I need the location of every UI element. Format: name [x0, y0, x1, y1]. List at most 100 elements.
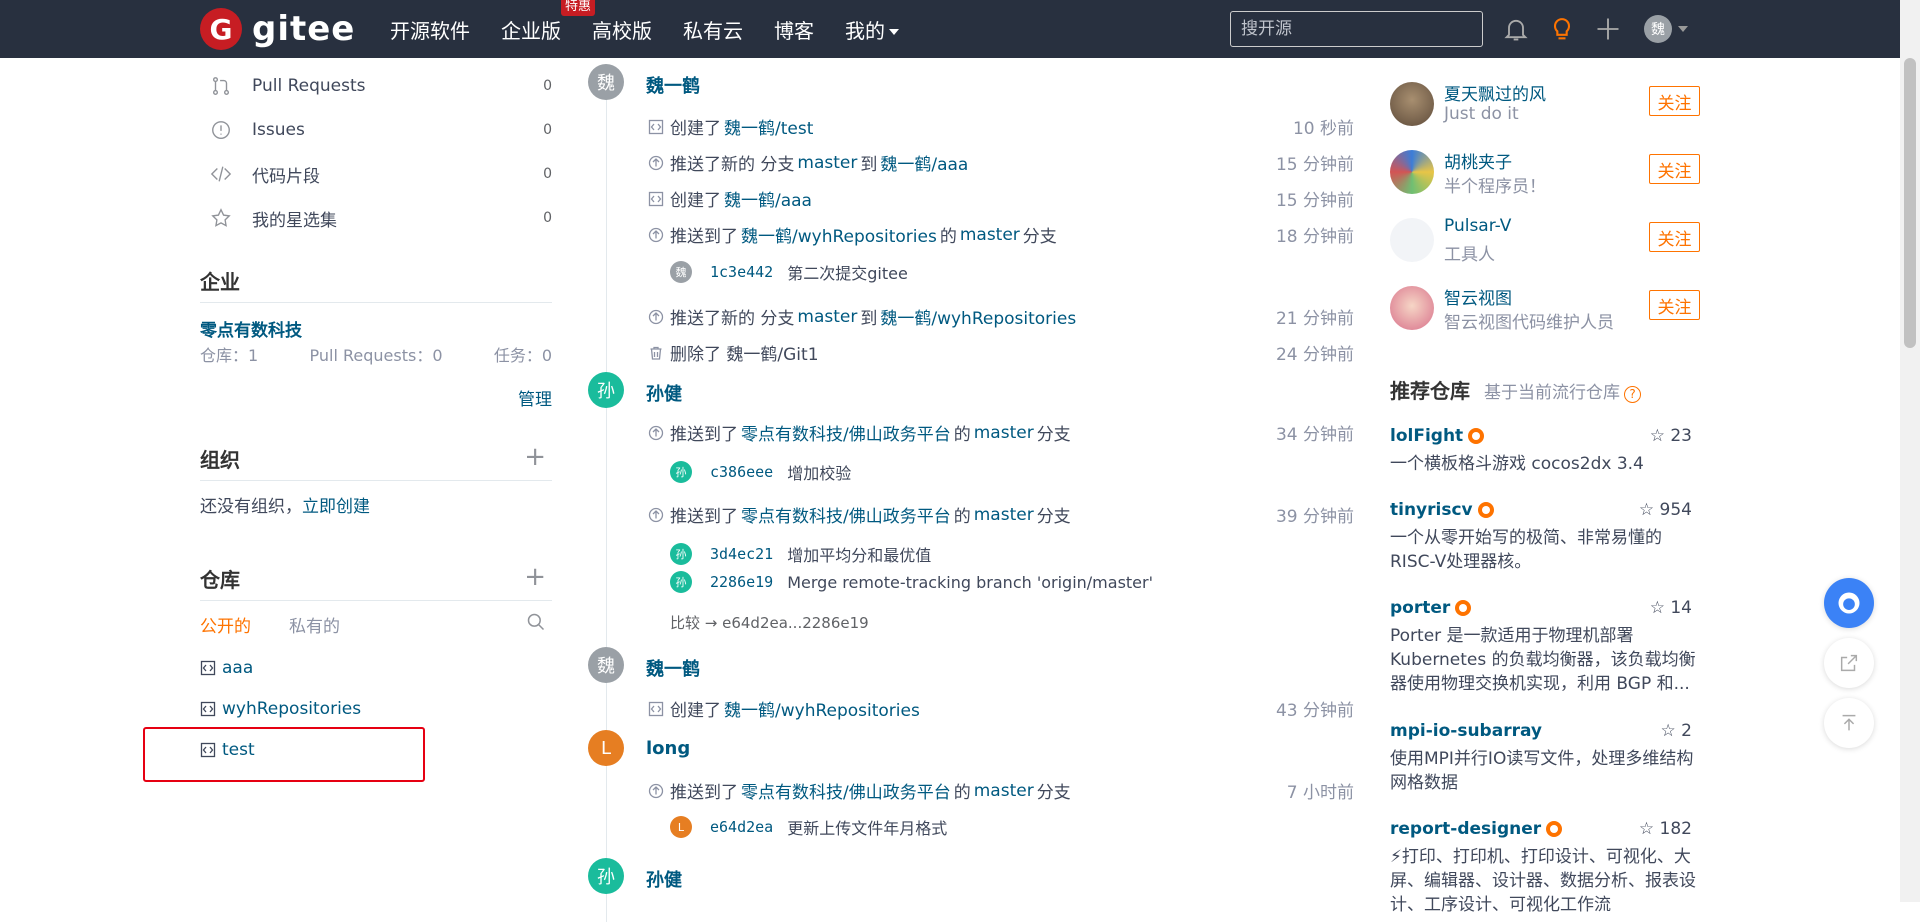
event-text: 推送了新的 分支 [670, 309, 795, 329]
star-count[interactable]: ☆ 182 [1639, 819, 1692, 839]
repo-name-link[interactable]: mpi-io-subarray [1390, 721, 1542, 741]
repo-link[interactable]: 魏一鹤/aaa [880, 150, 968, 175]
star-icon: ☆ [1660, 721, 1676, 741]
follow-button[interactable]: 关注 [1649, 222, 1700, 252]
tab-private[interactable]: 私有的 [289, 612, 340, 637]
sidebar-item-snippets[interactable]: 代码片段 0 [200, 162, 552, 187]
push-icon [648, 425, 664, 440]
author-link[interactable]: 魏一鹤 [646, 655, 700, 681]
repo-link[interactable]: 零点有数科技/佛山政务平台 [741, 778, 951, 803]
commit-avatar[interactable]: 孙 [670, 571, 692, 593]
repo-link[interactable]: 魏一鹤/wyhRepositories [880, 304, 1076, 329]
sidebar-item-stars[interactable]: 我的星选集 0 [200, 206, 552, 231]
sidebar-item-issues[interactable]: Issues 0 [200, 118, 552, 142]
user-name-link[interactable]: 夏天飘过的风 [1444, 80, 1546, 105]
tab-public[interactable]: 公开的 [200, 612, 251, 637]
search-input[interactable] [1230, 11, 1483, 47]
search-icon[interactable] [526, 612, 546, 632]
repo-link[interactable]: 零点有数科技/佛山政务平台 [741, 420, 951, 445]
float-assistant-button[interactable] [1824, 578, 1874, 628]
commit-avatar[interactable]: 魏 [670, 261, 692, 283]
lightbulb-icon[interactable] [1548, 15, 1576, 43]
sidebar-item-pull-requests[interactable]: Pull Requests 0 [200, 74, 552, 98]
avatar[interactable]: 魏 [588, 64, 624, 100]
branch-link[interactable]: master [974, 781, 1034, 801]
feed-event: 推送了新的 分支 master 到魏一鹤/wyhRepositories 21 分钟… [648, 304, 1354, 329]
float-share-button[interactable] [1824, 638, 1874, 688]
repo-name-link[interactable]: report-designer [1390, 819, 1541, 839]
branch-link[interactable]: master [974, 423, 1034, 443]
user-avatar[interactable] [1390, 218, 1434, 262]
bell-icon[interactable] [1502, 15, 1530, 43]
manage-link[interactable]: 管理 [518, 385, 552, 410]
sidebar-item-label: 代码片段 [252, 166, 320, 187]
nav-private-cloud[interactable]: 私有云 [683, 15, 743, 44]
star-count[interactable]: ☆ 23 [1650, 426, 1692, 446]
user-name-link[interactable]: 胡桃夹子 [1444, 148, 1512, 173]
repo-link[interactable]: 魏一鹤/wyhRepositories [724, 696, 920, 721]
nav-blog[interactable]: 博客 [774, 15, 814, 44]
avatar[interactable]: L [588, 730, 624, 766]
user-avatar[interactable]: 魏 [1644, 15, 1672, 43]
avatar[interactable]: 孙 [588, 372, 624, 408]
follow-button[interactable]: 关注 [1649, 86, 1700, 116]
compare-link[interactable]: 比较 → e64d2ea...2286e19 [670, 612, 869, 633]
create-org-link[interactable]: 立即创建 [302, 497, 370, 517]
avatar[interactable]: 孙 [588, 858, 624, 894]
repo-name-link[interactable]: tinyriscv [1390, 500, 1473, 520]
repo-link[interactable]: aaa [222, 658, 253, 678]
back-to-top-button[interactable] [1824, 698, 1874, 748]
nav-opensource[interactable]: 开源软件 [390, 15, 470, 44]
author-link[interactable]: 孙健 [646, 866, 682, 892]
star-count[interactable]: ☆ 954 [1639, 500, 1692, 520]
user-avatar[interactable] [1390, 286, 1434, 330]
repo-link[interactable]: 魏一鹤/wyhRepositories [741, 222, 937, 247]
add-org-plus-icon[interactable]: + [524, 442, 546, 472]
user-name-link[interactable]: Pulsar-V [1444, 216, 1511, 236]
user-avatar[interactable] [1390, 150, 1434, 194]
commit-sha-link[interactable]: e64d2ea [710, 818, 773, 836]
commit-sha-link[interactable]: c386eee [710, 463, 773, 481]
repo-item-aaa[interactable]: aaa [200, 658, 253, 678]
follow-button[interactable]: 关注 [1649, 290, 1700, 320]
repo-link[interactable]: wyhRepositories [222, 699, 361, 719]
author-link[interactable]: 魏一鹤 [646, 72, 700, 98]
branch-link[interactable]: master [797, 153, 857, 173]
repo-name-link[interactable]: porter [1390, 598, 1450, 618]
repo-link[interactable]: 魏一鹤/aaa [724, 186, 812, 211]
commit-sha-link[interactable]: 2286e19 [710, 573, 773, 591]
nav-mine[interactable]: 我的 [845, 15, 899, 44]
plus-icon[interactable] [1594, 15, 1622, 43]
nav-education[interactable]: 高校版 [592, 15, 652, 44]
follow-button[interactable]: 关注 [1649, 154, 1700, 184]
repo-link[interactable]: 魏一鹤/test [724, 114, 813, 139]
user-avatar[interactable] [1390, 82, 1434, 126]
commit-sha-link[interactable]: 1c3e442 [710, 263, 773, 281]
author-link[interactable]: 孙健 [646, 380, 682, 406]
commit-avatar[interactable]: 孙 [670, 543, 692, 565]
repo-item-wyhrepositories[interactable]: wyhRepositories [200, 699, 361, 719]
scrollbar-thumb[interactable] [1904, 58, 1916, 348]
repo-link[interactable]: 零点有数科技/佛山政务平台 [741, 502, 951, 527]
nav-enterprise[interactable]: 企业版 特惠 [501, 0, 596, 44]
repo-name-link[interactable]: lolFight [1390, 426, 1463, 446]
commit-message: 第二次提交gitee [787, 264, 908, 283]
user-name-link[interactable]: 智云视图 [1444, 284, 1512, 309]
branch-link[interactable]: master [797, 307, 857, 327]
add-repo-plus-icon[interactable]: + [524, 562, 546, 592]
branch-link[interactable]: master [960, 225, 1020, 245]
star-count[interactable]: ☆ 14 [1650, 598, 1692, 618]
author-link[interactable]: long [646, 738, 690, 759]
gitee-logo[interactable]: G gitee [200, 8, 355, 50]
enterprise-link[interactable]: 零点有数科技 [200, 316, 302, 341]
main-nav: 开源软件 企业版 特惠 高校版 私有云 博客 我的 [390, 0, 930, 58]
commit-avatar[interactable]: 孙 [670, 461, 692, 483]
recommended-repo: tinyriscv ☆ 954 一个从零开始写的极简、非常易懂的RISC-V处理… [1390, 500, 1700, 574]
star-count[interactable]: ☆ 2 [1661, 721, 1692, 741]
commit-avatar[interactable]: L [670, 816, 692, 838]
avatar[interactable]: 魏 [588, 647, 624, 683]
help-icon[interactable]: ? [1624, 386, 1641, 403]
commit-sha-link[interactable]: 3d4ec21 [710, 545, 773, 563]
branch-link[interactable]: master [974, 505, 1034, 525]
chevron-down-icon[interactable] [1678, 26, 1688, 32]
